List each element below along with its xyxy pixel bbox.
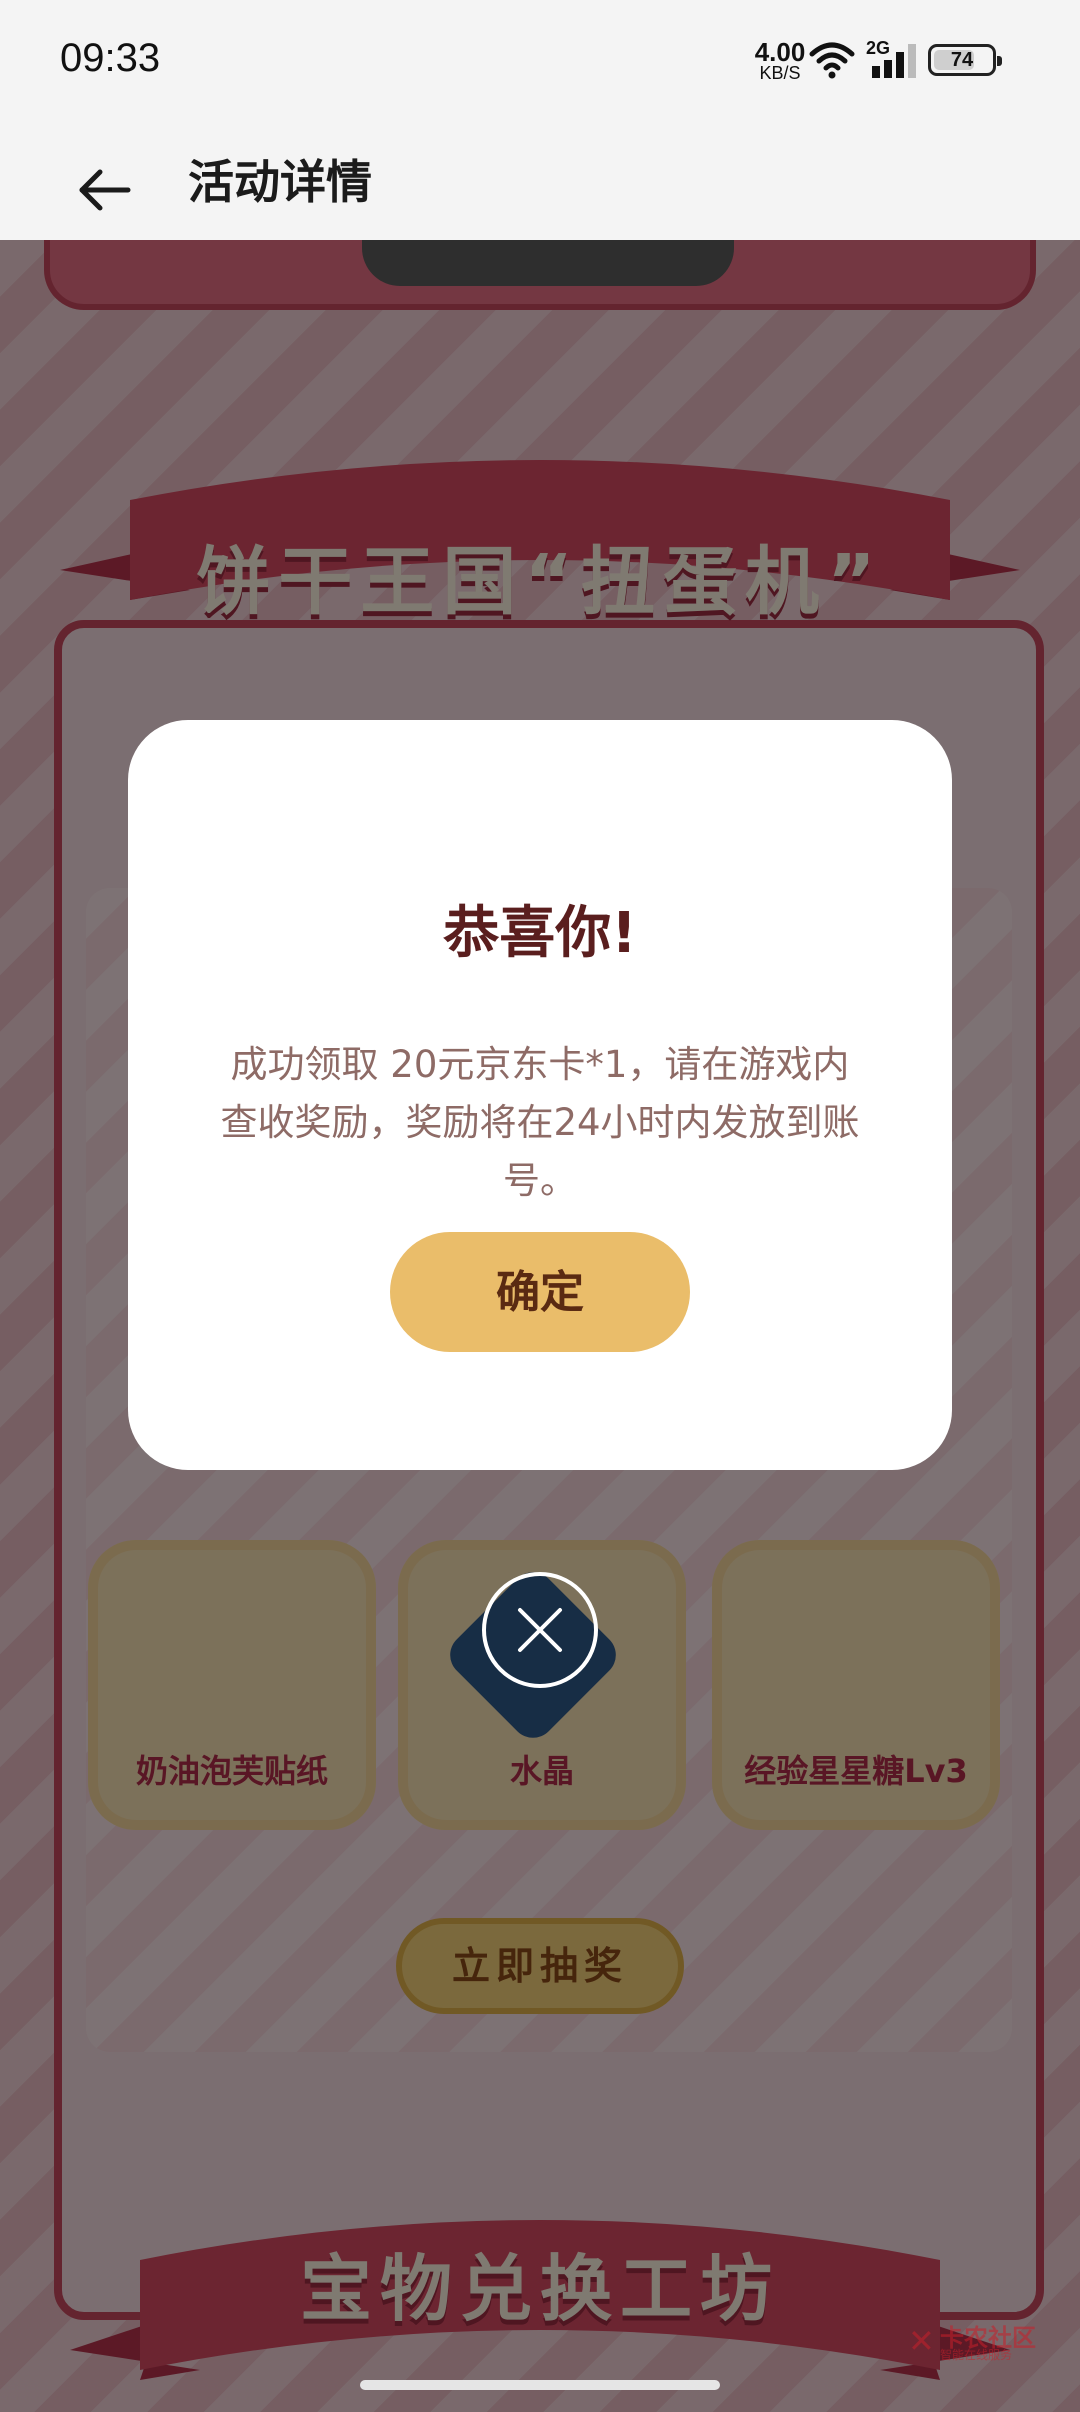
close-icon[interactable]: [480, 1570, 600, 1690]
status-time: 09:33: [60, 36, 161, 80]
network-speed-value: 4.00: [754, 37, 806, 67]
home-indicator[interactable]: [360, 2380, 720, 2390]
back-arrow-icon[interactable]: [70, 144, 142, 216]
cellular-signal-icon: 2G: [866, 38, 924, 80]
page-title: 活动详情: [188, 155, 372, 209]
status-bar: 09:33 4.00 KB/S 2G 74: [0, 0, 1080, 120]
confirm-button[interactable]: 确定: [390, 1232, 690, 1352]
wifi-icon: [809, 42, 855, 79]
network-speed: 4.00 KB/S: [750, 37, 810, 82]
battery-icon: 74: [928, 44, 1002, 76]
watermark-subtext: 智能在线服务: [940, 2348, 1013, 2362]
app-header: 活动详情: [0, 120, 1080, 241]
watermark-mark-icon: ✕: [908, 2322, 935, 2360]
watermark-logo: ✕ 卡农社区 智能在线服务: [908, 2318, 1058, 2362]
confirm-button-label: 确定: [496, 1268, 584, 1317]
battery-percent: 74: [950, 49, 974, 71]
dialog-title: 恭喜你!: [443, 901, 637, 966]
reward-dialog: 恭喜你! 成功领取 20元京东卡*1，请在游戏内查收奖励，奖励将在24小时内发放…: [128, 720, 952, 1470]
dialog-message: 成功领取 20元京东卡*1，请在游戏内查收奖励，奖励将在24小时内发放到账号。: [220, 1043, 860, 1202]
